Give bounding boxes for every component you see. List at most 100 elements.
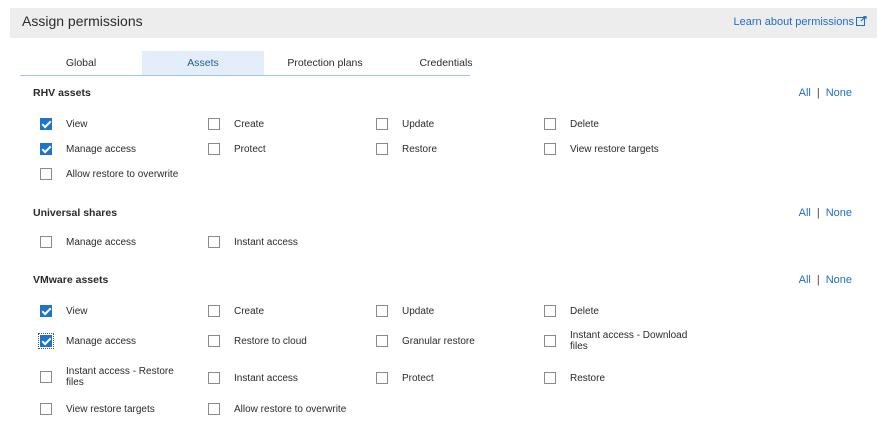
checkbox-label: Create <box>234 305 265 317</box>
vmware-all-none: All | None <box>799 274 852 286</box>
checkbox-icon[interactable] <box>208 236 220 248</box>
rhv-select-none-link[interactable]: None <box>826 87 852 99</box>
rhv-allow-restore-overwrite-checkbox[interactable]: Allow restore to overwrite <box>40 168 178 180</box>
vmware-select-none-link[interactable]: None <box>826 274 852 286</box>
tab-assets[interactable]: Assets <box>142 51 264 75</box>
rhv-protect-checkbox[interactable]: Protect <box>208 143 266 155</box>
checkbox-icon[interactable] <box>544 118 556 130</box>
separator: | <box>816 274 820 286</box>
checkbox-label: Allow restore to overwrite <box>234 403 347 415</box>
vmware-instant-access-checkbox[interactable]: Instant access <box>208 372 298 384</box>
checkbox-label: Update <box>402 305 435 317</box>
checkbox-icon[interactable] <box>376 372 388 384</box>
universal-select-none-link[interactable]: None <box>826 207 852 219</box>
checkbox-icon[interactable] <box>40 236 52 248</box>
page-title: Assign permissions <box>22 13 143 29</box>
section-title-rhv-assets: RHV assets <box>33 87 91 99</box>
checkbox-label: Manage access <box>66 335 137 347</box>
separator: | <box>816 207 820 219</box>
checkbox-icon[interactable] <box>376 143 388 155</box>
checkbox-label: Restore <box>570 372 606 384</box>
checkbox-label: Protect <box>234 143 266 155</box>
rhv-manage-access-checkbox[interactable]: Manage access <box>40 143 136 155</box>
vmware-create-checkbox[interactable]: Create <box>208 305 264 317</box>
checkbox-label: Delete <box>570 118 599 130</box>
checkbox-icon[interactable] <box>208 335 220 347</box>
vmware-view-checkbox[interactable]: View <box>40 305 88 317</box>
tab-credentials[interactable]: Credentials <box>386 51 506 75</box>
rhv-view-checkbox[interactable]: View <box>40 118 88 130</box>
checkbox-label: Create <box>234 118 265 130</box>
tab-protection-plans[interactable]: Protection plans <box>264 51 386 75</box>
checkbox-label: Manage access <box>66 236 137 248</box>
checkbox-icon[interactable] <box>208 403 220 415</box>
vmware-instant-access-restore-files-checkbox[interactable]: Instant access - Restore files <box>40 366 188 388</box>
tab-global[interactable]: Global <box>20 51 142 75</box>
checkbox-icon[interactable] <box>544 305 556 317</box>
vmware-manage-access-checkbox[interactable]: Manage access <box>38 333 137 349</box>
vmware-instant-access-download-files-checkbox[interactable]: Instant access - Download files <box>544 330 705 352</box>
checkbox-label: Update <box>402 118 435 130</box>
universal-all-none: All | None <box>799 207 852 219</box>
rhv-create-checkbox[interactable]: Create <box>208 118 264 130</box>
rhv-view-restore-targets-checkbox[interactable]: View restore targets <box>544 143 659 155</box>
rhv-restore-checkbox[interactable]: Restore <box>376 143 437 155</box>
rhv-select-all-link[interactable]: All <box>799 87 811 99</box>
checkbox-icon[interactable] <box>544 335 556 347</box>
vmware-delete-checkbox[interactable]: Delete <box>544 305 599 317</box>
rhv-delete-checkbox[interactable]: Delete <box>544 118 599 130</box>
vmware-select-all-link[interactable]: All <box>799 274 811 286</box>
vmware-restore-checkbox[interactable]: Restore <box>544 372 605 384</box>
checkbox-label: Delete <box>570 305 599 317</box>
learn-about-permissions-link[interactable]: Learn about permissions <box>733 15 867 28</box>
universal-manage-access-checkbox[interactable]: Manage access <box>40 236 136 248</box>
checkbox-icon[interactable] <box>38 333 54 349</box>
checkbox-label: View <box>66 118 88 130</box>
checkbox-icon[interactable] <box>544 143 556 155</box>
rhv-update-checkbox[interactable]: Update <box>376 118 434 130</box>
vmware-update-checkbox[interactable]: Update <box>376 305 434 317</box>
checkbox-label: Restore to cloud <box>234 335 307 347</box>
rhv-all-none: All | None <box>799 87 852 99</box>
section-title-universal-shares: Universal shares <box>33 207 118 219</box>
checkbox-icon[interactable] <box>544 372 556 384</box>
checkbox-icon[interactable] <box>208 372 220 384</box>
checkbox-icon[interactable] <box>40 143 52 155</box>
checkbox-label: Instant access <box>234 372 298 384</box>
checkbox-icon[interactable] <box>208 305 220 317</box>
checkbox-label: Granular restore <box>402 335 475 347</box>
checkbox-icon[interactable] <box>376 118 388 130</box>
external-link-icon <box>856 15 867 26</box>
vmware-view-restore-targets-checkbox[interactable]: View restore targets <box>40 403 155 415</box>
checkbox-label: Allow restore to overwrite <box>66 168 179 180</box>
checkbox-icon[interactable] <box>40 118 52 130</box>
checkbox-icon[interactable] <box>208 118 220 130</box>
checkbox-label: Instant access <box>234 236 298 248</box>
universal-select-all-link[interactable]: All <box>799 207 811 219</box>
checkbox-label: View restore targets <box>66 403 155 415</box>
dialog-header: Assign permissions Learn about permissio… <box>10 8 877 38</box>
checkbox-label: Instant access - Download files <box>570 330 688 352</box>
vmware-restore-to-cloud-checkbox[interactable]: Restore to cloud <box>208 335 307 347</box>
universal-instant-access-checkbox[interactable]: Instant access <box>208 236 298 248</box>
checkbox-label: Restore <box>402 143 438 155</box>
checkbox-label: View restore targets <box>570 143 659 155</box>
checkbox-icon[interactable] <box>40 371 52 383</box>
checkbox-label: Protect <box>402 372 434 384</box>
checkbox-icon[interactable] <box>40 168 52 180</box>
separator: | <box>816 87 820 99</box>
checkbox-label: Manage access <box>66 143 137 155</box>
checkbox-icon[interactable] <box>376 305 388 317</box>
learn-link-label: Learn about permissions <box>733 16 854 28</box>
vmware-granular-restore-checkbox[interactable]: Granular restore <box>376 335 475 347</box>
checkbox-label: Instant access - Restore files <box>66 366 174 388</box>
vmware-allow-restore-overwrite-checkbox[interactable]: Allow restore to overwrite <box>208 403 346 415</box>
checkbox-icon[interactable] <box>376 335 388 347</box>
checkbox-icon[interactable] <box>208 143 220 155</box>
checkbox-icon[interactable] <box>40 403 52 415</box>
tab-bar: Global Assets Protection plans Credentia… <box>20 51 473 76</box>
vmware-protect-checkbox[interactable]: Protect <box>376 372 434 384</box>
checkbox-icon[interactable] <box>40 305 52 317</box>
checkbox-label: View <box>66 305 88 317</box>
section-title-vmware-assets: VMware assets <box>33 274 109 286</box>
